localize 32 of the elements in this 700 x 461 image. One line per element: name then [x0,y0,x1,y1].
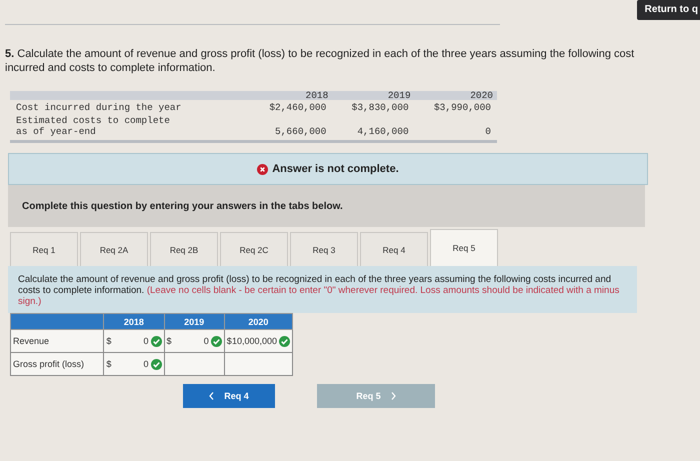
column-header: 2018 [304,91,330,100]
alert-text: Answer is not complete. [272,163,399,175]
table-cell-text: $3,830,000 [350,101,410,113]
tab[interactable]: Req 2A [80,232,148,266]
row-label: Estimated costs to complete as of year-end [15,114,171,137]
return-button[interactable]: Return to q [636,0,700,20]
row-label: Gross profit (loss) [10,352,104,376]
question-text: 5. Calculate the amount of revenue and gross profit (loss) to be recognized in each of the three years assuming the following cost incurred and costs to complete information. [5,47,636,75]
column-header: 2019 [386,91,412,100]
column-header: 2018 [104,314,164,330]
table-cell-text: $2,460,000 [268,101,328,113]
tab[interactable]: Req 4 [360,232,428,266]
chevron-left-icon [209,392,214,400]
table-cell-text: $3,990,000 [432,101,492,113]
prompt-text: Complete this question by entering your answers in the tabs below. [22,200,343,212]
tab[interactable]: Req 3 [290,232,358,266]
chevron-right-icon [390,392,396,400]
table-cell-text: 5,660,000 [274,125,328,137]
tab[interactable]: Req 2C [220,232,288,266]
column-header: 2020 [469,91,494,100]
table-cell-text: 4,160,000 [356,125,410,137]
row-label: Revenue [10,330,104,352]
instructions-text: Calculate the amount of revenue and gross profit (loss) to be recognized in each of the three years assuming the following costs incurred and costs to complete information. (Leave no cells blank - be certain to enter "0" wherever required. Loss amounts should be indicated with a minus sign.) [8,266,637,313]
error-icon [257,164,268,174]
table-cell-text: 0 [484,125,492,137]
column-header: 2019 [164,314,224,330]
row-label: Cost incurred during the year [15,101,182,113]
tab[interactable]: Req 2B [150,232,218,266]
nav-button[interactable]: Req 4 [183,384,275,408]
column-header: 2020 [224,314,292,330]
tab[interactable]: Req 1 [10,232,78,266]
tab[interactable]: Req 5 [430,229,498,266]
